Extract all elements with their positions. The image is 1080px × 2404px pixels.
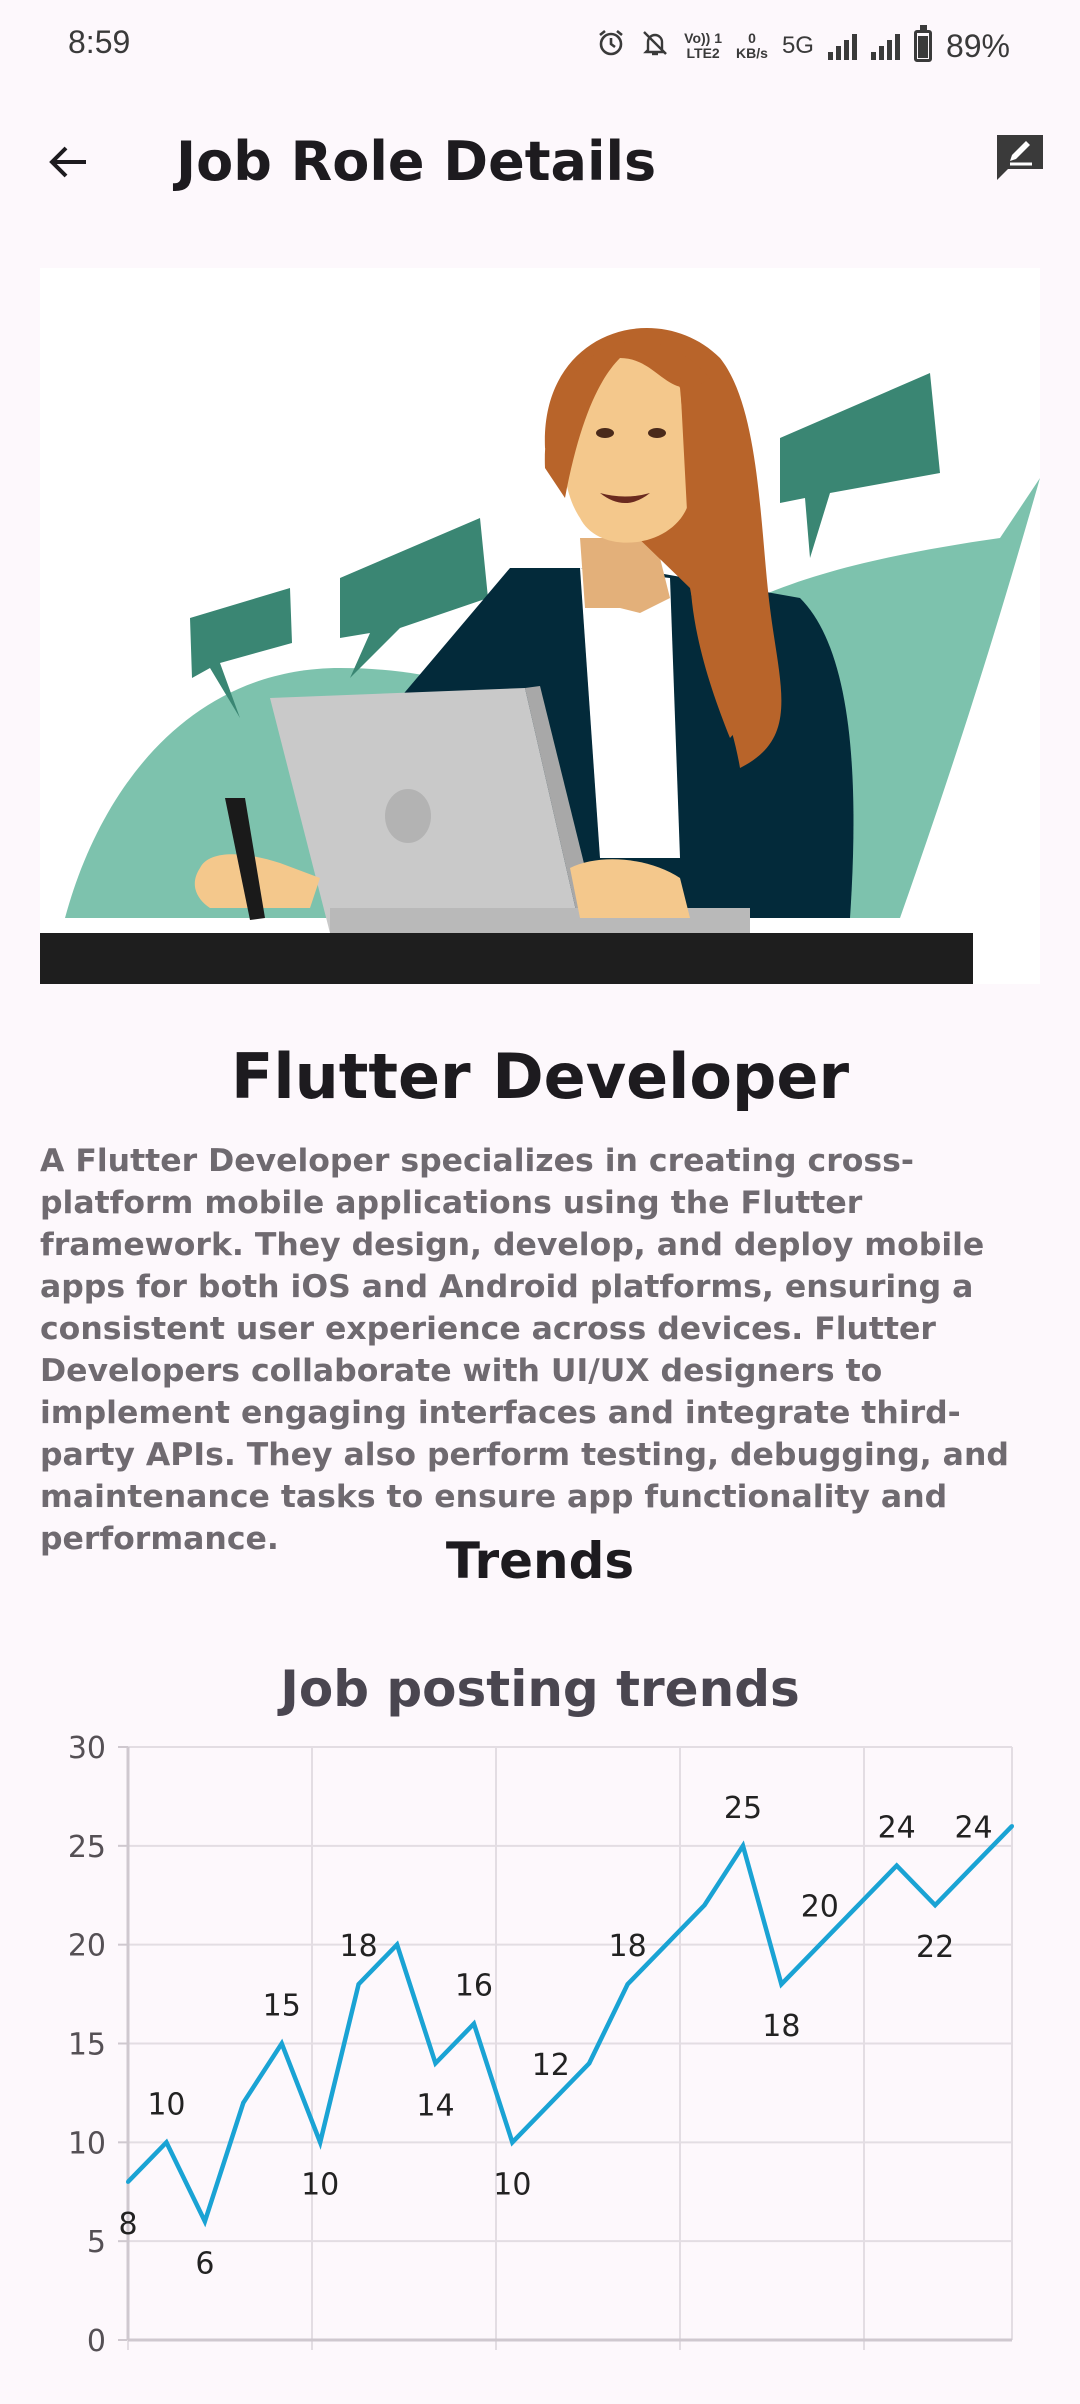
data-point (894, 1863, 899, 1868)
volte-top-text: Vo)) 1 (684, 30, 723, 46)
data-label: 15 (263, 1989, 301, 2024)
back-button[interactable] (36, 132, 100, 196)
data-label: 10 (301, 2167, 339, 2202)
data-point (625, 1982, 630, 1987)
page-title: Job Role Details (176, 130, 657, 193)
y-tick-label: 10 (68, 2126, 106, 2161)
status-time: 8:59 (68, 24, 131, 60)
data-label: 16 (455, 1969, 493, 2004)
data-point (510, 2140, 515, 2145)
data-point (433, 2061, 438, 2066)
data-point (971, 1863, 976, 1868)
notifications-off-icon (640, 28, 670, 64)
data-point (126, 2179, 130, 2184)
data-point (779, 1982, 784, 1987)
data-point (279, 2041, 284, 2046)
y-tick-label: 20 (68, 1929, 106, 1964)
hero-illustration (40, 268, 1040, 985)
battery-percent: 89% (945, 27, 1010, 64)
data-point (164, 2140, 169, 2145)
edit-note-icon (994, 132, 1046, 188)
data-point (318, 2140, 323, 2145)
arrow-left-icon (46, 140, 90, 188)
speed-unit: KB/s (736, 45, 768, 61)
data-label: 24 (954, 1811, 992, 1846)
network-speed: 0 KB/s (736, 31, 768, 61)
data-point (356, 1982, 361, 1987)
data-label: 6 (195, 2246, 214, 2281)
data-label: 12 (532, 2048, 570, 2083)
data-point (702, 1903, 707, 1908)
data-point (471, 2021, 476, 2026)
status-bar: 8:59 Vo)) 1 LTE2 0 KB/s 5G 89% (0, 0, 1080, 92)
role-description: A Flutter Developer specializes in creat… (40, 1143, 1009, 1557)
speed-value: 0 (748, 30, 756, 46)
status-icons: Vo)) 1 LTE2 0 KB/s 5G 89% (596, 20, 1010, 72)
data-point (740, 1843, 745, 1848)
role-title: Flutter Developer (230, 1040, 850, 1113)
data-label: 22 (916, 1930, 954, 1965)
y-tick-label: 15 (68, 2028, 106, 2063)
data-label: 25 (724, 1791, 762, 1826)
data-point (817, 1942, 822, 1947)
alarm-icon (596, 28, 626, 64)
y-tick-label: 25 (68, 1830, 106, 1865)
y-tick-label: 5 (87, 2225, 106, 2260)
data-label: 10 (493, 2167, 531, 2202)
app-bar: Job Role Details (0, 110, 1080, 214)
data-point (395, 1942, 400, 1947)
series-line (126, 1824, 1014, 2228)
data-point (1010, 1824, 1014, 1829)
data-label: 20 (801, 1890, 839, 1925)
signal-icon (827, 32, 857, 60)
signal-icon-2 (870, 32, 900, 60)
data-point (856, 1903, 861, 1908)
data-point (548, 2100, 553, 2105)
edit-button[interactable] (988, 128, 1052, 192)
data-label: 8 (118, 2207, 137, 2242)
volte-bottom-text: LTE2 (686, 45, 720, 61)
data-point (202, 2219, 207, 2224)
network-type: 5G (781, 32, 814, 59)
data-label: 18 (340, 1929, 378, 1964)
battery-icon (913, 25, 932, 62)
chart-canvas: 0 5 10 15 20 25 30 8 10 6 15 10 18 14 16 10 12 18 25 18 20 24… (68, 1731, 1014, 2359)
y-tick-label: 30 (68, 1731, 106, 1766)
data-label: 14 (416, 2088, 454, 2123)
data-point (933, 1903, 938, 1908)
data-point (587, 2061, 592, 2066)
chart-title: Job posting trends (280, 1660, 800, 1718)
data-label: 24 (878, 1811, 916, 1846)
data-label: 18 (762, 2009, 800, 2044)
volte-indicator: Vo)) 1 LTE2 (684, 31, 722, 61)
data-point (664, 1942, 669, 1947)
y-tick-label: 0 (87, 2324, 106, 2359)
job-posting-chart: 0 5 10 15 20 25 30 8 10 6 15 10 18 14 16 10 12 18 25 18 20 24… (0, 1720, 1080, 2400)
trends-heading: Trends (445, 1532, 635, 1590)
data-label: 10 (147, 2087, 185, 2122)
data-point (241, 2100, 246, 2105)
data-label: 18 (609, 1929, 647, 1964)
